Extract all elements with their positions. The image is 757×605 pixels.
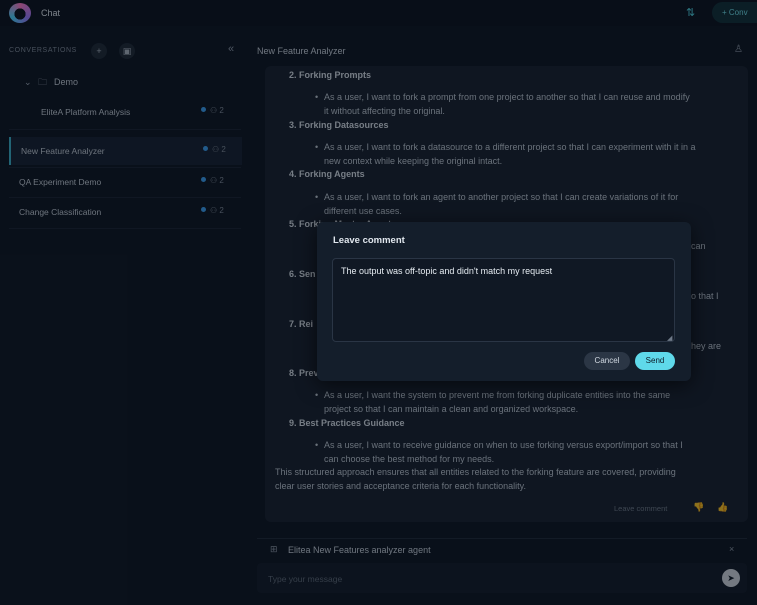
comment-textarea[interactable]: The output was off-topic and didn't matc…	[332, 258, 675, 342]
resize-handle-icon[interactable]: ◢	[667, 334, 672, 342]
send-button[interactable]: Send	[635, 352, 675, 370]
cancel-button[interactable]: Cancel	[584, 352, 630, 370]
leave-comment-dialog: Leave comment The output was off-topic a…	[317, 222, 691, 381]
dialog-title: Leave comment	[333, 235, 405, 246]
